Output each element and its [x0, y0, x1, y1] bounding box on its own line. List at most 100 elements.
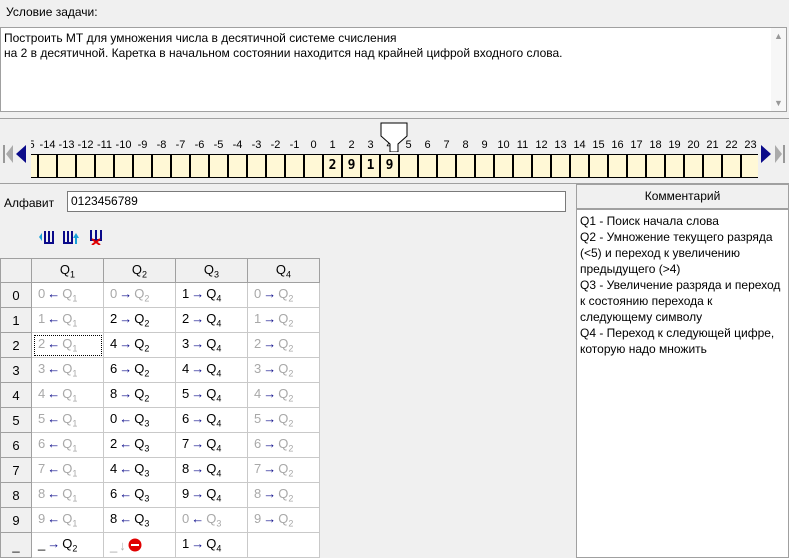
transition-cell[interactable]: 0 → Q2	[247, 282, 320, 308]
transition-cell[interactable]: 4 ← Q3	[103, 457, 176, 483]
symbol-row-header[interactable]: 1	[0, 307, 32, 333]
transition-cell[interactable]: 1 → Q4	[175, 532, 248, 558]
tape-cell[interactable]	[665, 154, 684, 178]
tape-cell[interactable]: 9	[342, 154, 361, 178]
transition-cell[interactable]: 2 → Q2	[247, 332, 320, 358]
transition-cell[interactable]: 0 ← Q3	[175, 507, 248, 533]
tape-cell[interactable]	[532, 154, 551, 178]
state-header[interactable]: Q4	[247, 258, 320, 283]
transition-cell[interactable]: 7 ← Q1	[31, 457, 104, 483]
tape-cell[interactable]	[475, 154, 494, 178]
transition-cell[interactable]: 2 → Q2	[103, 307, 176, 333]
transition-cell[interactable]: 4 ← Q1	[31, 382, 104, 408]
tape-cell[interactable]: 1	[361, 154, 380, 178]
alphabet-input[interactable]: 0123456789	[67, 191, 566, 212]
transition-cell[interactable]: 1 ← Q1	[31, 307, 104, 333]
tape-cell[interactable]	[570, 154, 589, 178]
symbol-row-header[interactable]: 6	[0, 432, 32, 458]
transition-cell[interactable]: 2 → Q4	[175, 307, 248, 333]
tape-cell[interactable]	[247, 154, 266, 178]
task-textarea[interactable]: Построить МТ для умножения числа в десят…	[0, 27, 787, 112]
scroll-up-icon[interactable]: ▲	[774, 31, 783, 41]
symbol-row-header[interactable]: 5	[0, 407, 32, 433]
insert-row-icon[interactable]	[62, 229, 79, 245]
transition-cell[interactable]: 8 ← Q1	[31, 482, 104, 508]
transition-cell[interactable]	[247, 532, 320, 558]
tape-cell[interactable]	[703, 154, 722, 178]
tape-cell[interactable]	[266, 154, 285, 178]
state-header[interactable]: Q1	[31, 258, 104, 283]
transition-cell[interactable]: 5 → Q4	[175, 382, 248, 408]
tape-cell[interactable]	[38, 154, 57, 178]
tape-cell[interactable]	[133, 154, 152, 178]
tape-cell[interactable]	[646, 154, 665, 178]
transition-cell[interactable]: _ ↓	[103, 532, 176, 558]
transition-cell[interactable]: 6 → Q2	[103, 357, 176, 383]
transition-cell[interactable]: 4 → Q4	[175, 357, 248, 383]
transition-cell[interactable]: 3 → Q4	[175, 332, 248, 358]
tape-cell[interactable]	[456, 154, 475, 178]
transition-cell[interactable]: 3 → Q2	[247, 357, 320, 383]
transition-cell[interactable]: 9 → Q4	[175, 482, 248, 508]
state-header[interactable]: Q2	[103, 258, 176, 283]
tape-cell[interactable]	[95, 154, 114, 178]
tape-cell[interactable]	[418, 154, 437, 178]
delete-column-icon[interactable]	[88, 229, 105, 245]
symbol-row-header[interactable]: 8	[0, 482, 32, 508]
tape-cell[interactable]	[114, 154, 133, 178]
tape-cell[interactable]	[741, 154, 758, 178]
symbol-row-header[interactable]: 9	[0, 507, 32, 533]
task-scrollbar[interactable]: ▲ ▼	[771, 28, 786, 111]
transition-cell[interactable]: 2 ← Q1	[31, 332, 104, 358]
transition-cell[interactable]: 0 ← Q1	[31, 282, 104, 308]
insert-column-icon[interactable]	[38, 229, 55, 245]
tape-cell[interactable]	[285, 154, 304, 178]
transition-cell[interactable]: 1 → Q4	[175, 282, 248, 308]
tape-cell[interactable]	[551, 154, 570, 178]
transition-cell[interactable]: 8 → Q2	[247, 482, 320, 508]
tape-cell[interactable]	[57, 154, 76, 178]
transition-cell[interactable]: 5 ← Q1	[31, 407, 104, 433]
tape-cell[interactable]	[228, 154, 247, 178]
tape-cell[interactable]	[152, 154, 171, 178]
transition-cell[interactable]: 8 → Q4	[175, 457, 248, 483]
symbol-row-header[interactable]: 7	[0, 457, 32, 483]
tape-cell[interactable]	[190, 154, 209, 178]
transition-cell[interactable]: 8 → Q2	[103, 382, 176, 408]
tape-cell[interactable]	[304, 154, 323, 178]
transition-cell[interactable]: 2 ← Q3	[103, 432, 176, 458]
transition-cell[interactable]: 6 ← Q3	[103, 482, 176, 508]
transition-cell[interactable]: 6 → Q2	[247, 432, 320, 458]
transition-cell[interactable]: 8 ← Q3	[103, 507, 176, 533]
transition-cell[interactable]: 7 → Q4	[175, 432, 248, 458]
tape-cell[interactable]	[171, 154, 190, 178]
symbol-row-header[interactable]: 0	[0, 282, 32, 308]
transition-cell[interactable]: 6 ← Q1	[31, 432, 104, 458]
transition-cell[interactable]: _ → Q2	[31, 532, 104, 558]
tape-scroll-left-end-icon[interactable]	[3, 145, 13, 163]
transition-cell[interactable]: 0 ← Q3	[103, 407, 176, 433]
transition-cell[interactable]: 3 ← Q1	[31, 357, 104, 383]
tape-cell[interactable]	[494, 154, 513, 178]
carriage-icon[interactable]	[380, 122, 408, 152]
state-header[interactable]: Q3	[175, 258, 248, 283]
symbol-row-header[interactable]: 2	[0, 332, 32, 358]
tape-cell[interactable]: 2	[323, 154, 342, 178]
tape-cell[interactable]: 9	[380, 154, 399, 178]
symbol-row-header[interactable]: 4	[0, 382, 32, 408]
tape-scroll-right-icon[interactable]	[761, 145, 771, 163]
tape-cell[interactable]	[209, 154, 228, 178]
transition-cell[interactable]: 1 → Q2	[247, 307, 320, 333]
transition-cell[interactable]: 9 ← Q1	[31, 507, 104, 533]
transition-cell[interactable]: 4 → Q2	[247, 382, 320, 408]
tape-cell[interactable]	[684, 154, 703, 178]
tape-cell[interactable]	[589, 154, 608, 178]
tape-cell[interactable]	[76, 154, 95, 178]
transition-cell[interactable]: 6 → Q4	[175, 407, 248, 433]
tape-cell[interactable]	[608, 154, 627, 178]
tape-cell[interactable]	[627, 154, 646, 178]
scroll-down-icon[interactable]: ▼	[774, 98, 783, 108]
transition-cell[interactable]: 5 → Q2	[247, 407, 320, 433]
tape-cell[interactable]	[722, 154, 741, 178]
tape-cell[interactable]	[437, 154, 456, 178]
